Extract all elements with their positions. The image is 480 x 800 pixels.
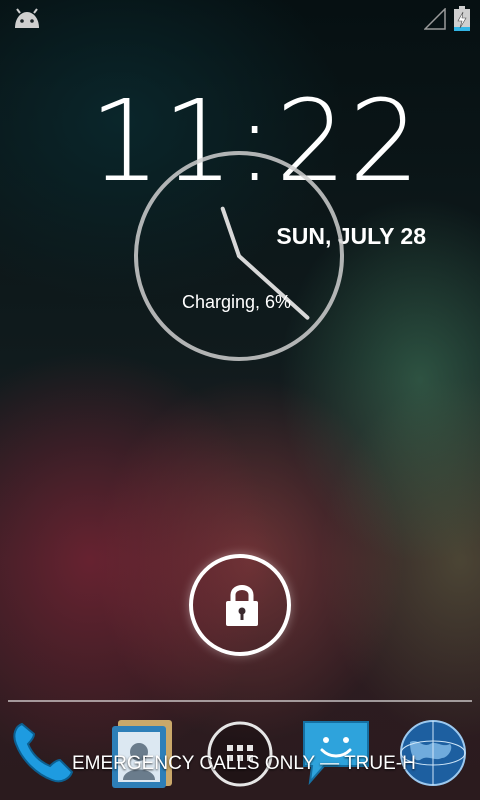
unlock-handle[interactable]: [189, 554, 291, 656]
lock-icon: [226, 585, 258, 626]
phone-icon[interactable]: [8, 716, 78, 786]
messaging-icon[interactable]: [300, 716, 372, 788]
analog-clock: [134, 151, 344, 361]
android-debug-icon: [15, 8, 39, 28]
battery-charging-icon: [454, 6, 470, 31]
analog-clock-hour-hand: [220, 206, 241, 258]
carrier-text: EMERGENCY CALLS ONLY — TRUE-H: [72, 753, 416, 774]
status-bar: [0, 0, 480, 38]
dock-divider: [8, 700, 472, 702]
signal-icon: [424, 8, 446, 30]
charging-status: Charging, 6%: [182, 292, 292, 312]
